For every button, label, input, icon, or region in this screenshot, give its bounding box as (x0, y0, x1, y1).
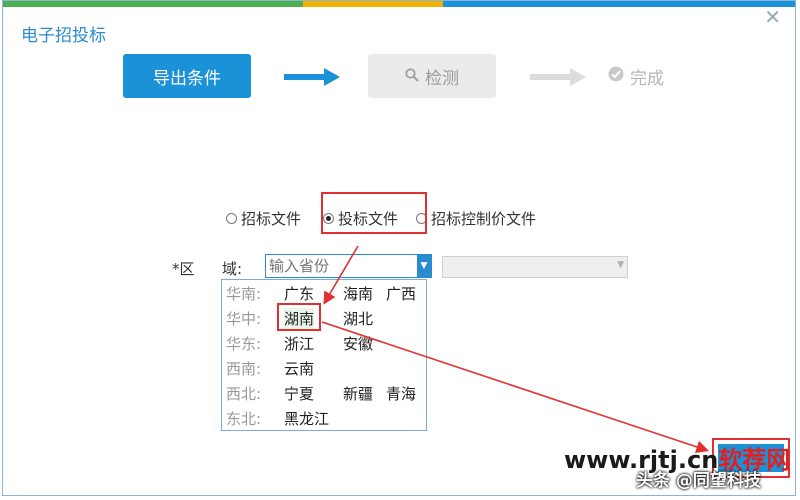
step-done-label: 完成 (630, 68, 664, 89)
step-arrow-2 (530, 68, 586, 86)
radio-label: 招标文件 (241, 210, 302, 228)
province-option[interactable]: 宁夏 (284, 383, 314, 404)
highlight-bid-file (321, 192, 427, 234)
radio-circle[interactable] (226, 213, 237, 224)
province-dropdown-panel: 华南: 广东 海南 广西 华中: 湖南 湖北 华东: 浙江 安徽 西南: 云南 … (221, 279, 427, 431)
region-group-label: 华东: (226, 335, 262, 353)
province-option[interactable]: 湖北 (343, 308, 373, 329)
radio-control-price-file[interactable]: 招标控制价文件 (416, 208, 536, 229)
province-option[interactable]: 浙江 (284, 333, 314, 354)
radio-tender-file[interactable]: 招标文件 (226, 208, 301, 229)
chevron-down-icon[interactable]: ▼ (417, 255, 431, 277)
province-option[interactable]: 海南 (343, 283, 373, 304)
province-option[interactable]: 安徽 (343, 333, 373, 354)
step-done[interactable]: 完成 (608, 54, 678, 98)
province-combobox[interactable]: ▼ (265, 254, 432, 278)
province-group-row: 东北: 黑龙江 (222, 408, 426, 432)
region-group-label: 西北: (226, 385, 262, 403)
topbar-segment-blue (443, 1, 795, 7)
province-group-row: 西北: 宁夏 新疆 青海 (222, 383, 426, 407)
province-group-row: 西南: 云南 (222, 358, 426, 382)
chevron-down-icon: ▼ (617, 260, 624, 270)
region-group-label: 东北: (226, 410, 262, 428)
province-option[interactable]: 广西 (386, 283, 416, 304)
step-arrow-1 (284, 68, 340, 86)
city-select: ▼ (442, 256, 628, 278)
check-circle-icon (608, 66, 624, 86)
province-option[interactable]: 新疆 (343, 383, 373, 404)
step-export-label: 导出条件 (153, 68, 221, 89)
step-check[interactable]: 检测 (368, 54, 496, 98)
province-input[interactable] (266, 255, 417, 277)
search-icon (405, 67, 419, 86)
highlight-hunan (277, 303, 321, 331)
region-label-suffix: 域: (222, 260, 243, 278)
topbar-segment-yellow (303, 1, 443, 7)
region-group-label: 华中: (226, 310, 262, 328)
dialog-title: 电子招投标 (21, 26, 106, 46)
province-option[interactable]: 青海 (386, 383, 416, 404)
province-group-row: 华东: 浙江 安徽 (222, 333, 426, 357)
region-group-label: 华南: (226, 285, 262, 303)
province-option[interactable]: 云南 (284, 358, 314, 379)
region-group-label: 西南: (226, 360, 262, 378)
province-group-row: 华中: 湖南 湖北 (222, 308, 426, 332)
radio-label: 招标控制价文件 (431, 210, 537, 228)
topbar-segment-green (3, 1, 303, 7)
province-option[interactable]: 黑龙江 (284, 408, 329, 429)
dialog-topbar (3, 1, 795, 7)
close-icon[interactable]: ✕ (764, 7, 781, 27)
step-export-conditions[interactable]: 导出条件 (123, 54, 251, 98)
province-option[interactable]: 广东 (284, 283, 314, 304)
province-group-row: 华南: 广东 海南 广西 (222, 283, 426, 307)
watermark-credit: 头条 @同望科技 (636, 471, 761, 491)
region-label-prefix: *区 (172, 260, 195, 278)
step-check-label: 检测 (425, 68, 459, 89)
